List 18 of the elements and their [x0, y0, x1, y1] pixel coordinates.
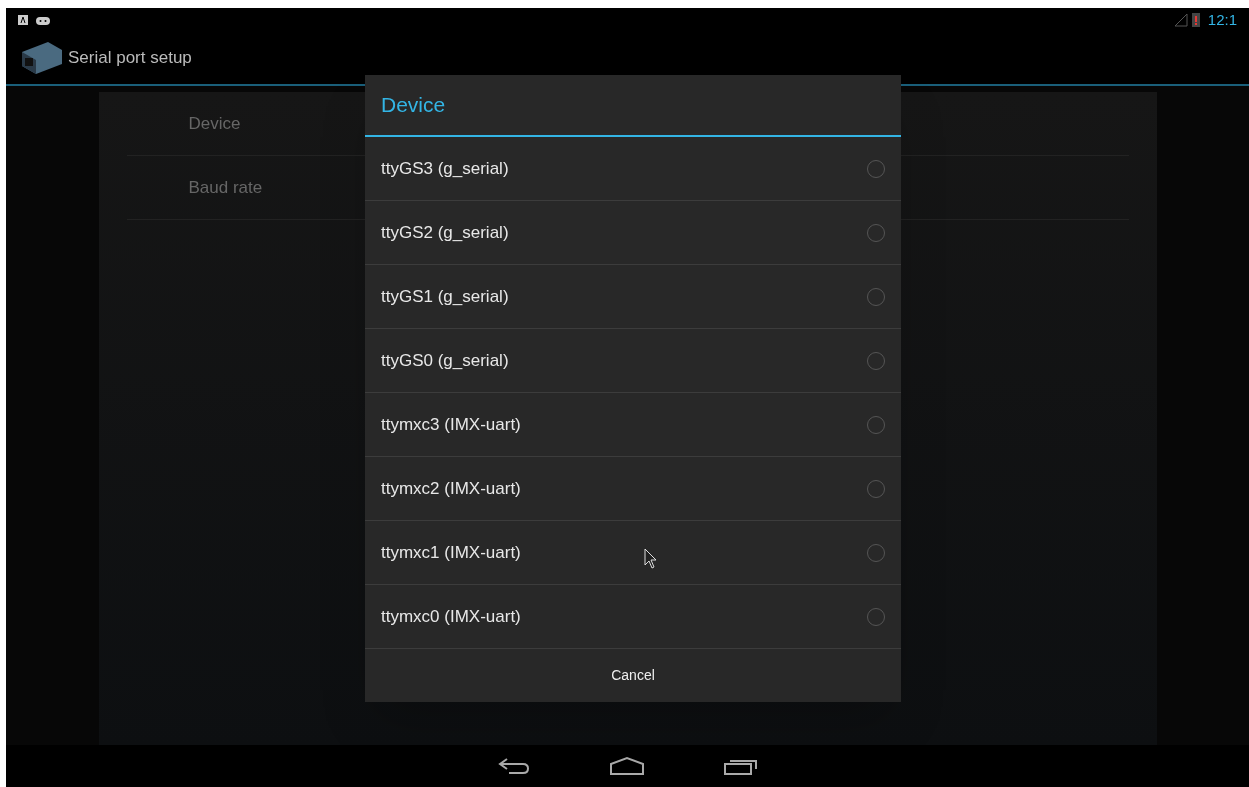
device-option[interactable]: ttymxc3 (IMX-uart): [365, 393, 901, 457]
cancel-button[interactable]: Cancel: [365, 649, 901, 702]
device-option[interactable]: ttyGS1 (g_serial): [365, 265, 901, 329]
device-option[interactable]: ttyGS0 (g_serial): [365, 329, 901, 393]
back-icon[interactable]: [496, 756, 531, 776]
clock-time: 12:1: [1207, 9, 1237, 30]
device-option[interactable]: ttymxc0 (IMX-uart): [365, 585, 901, 649]
robot-icon: [36, 15, 50, 25]
device-option[interactable]: ttyGS3 (g_serial): [365, 137, 901, 201]
device-option[interactable]: ttyGS2 (g_serial): [365, 201, 901, 265]
app-title: Serial port setup: [68, 47, 192, 70]
device-option[interactable]: ttymxc2 (IMX-uart): [365, 457, 901, 521]
battery-icon: [1191, 13, 1200, 27]
mouse-pointer-icon: [644, 548, 658, 570]
home-icon[interactable]: [608, 756, 645, 776]
dialog-title: Device: [381, 92, 446, 119]
signal-icon: [1173, 13, 1188, 27]
notification-icon: [18, 15, 28, 25]
